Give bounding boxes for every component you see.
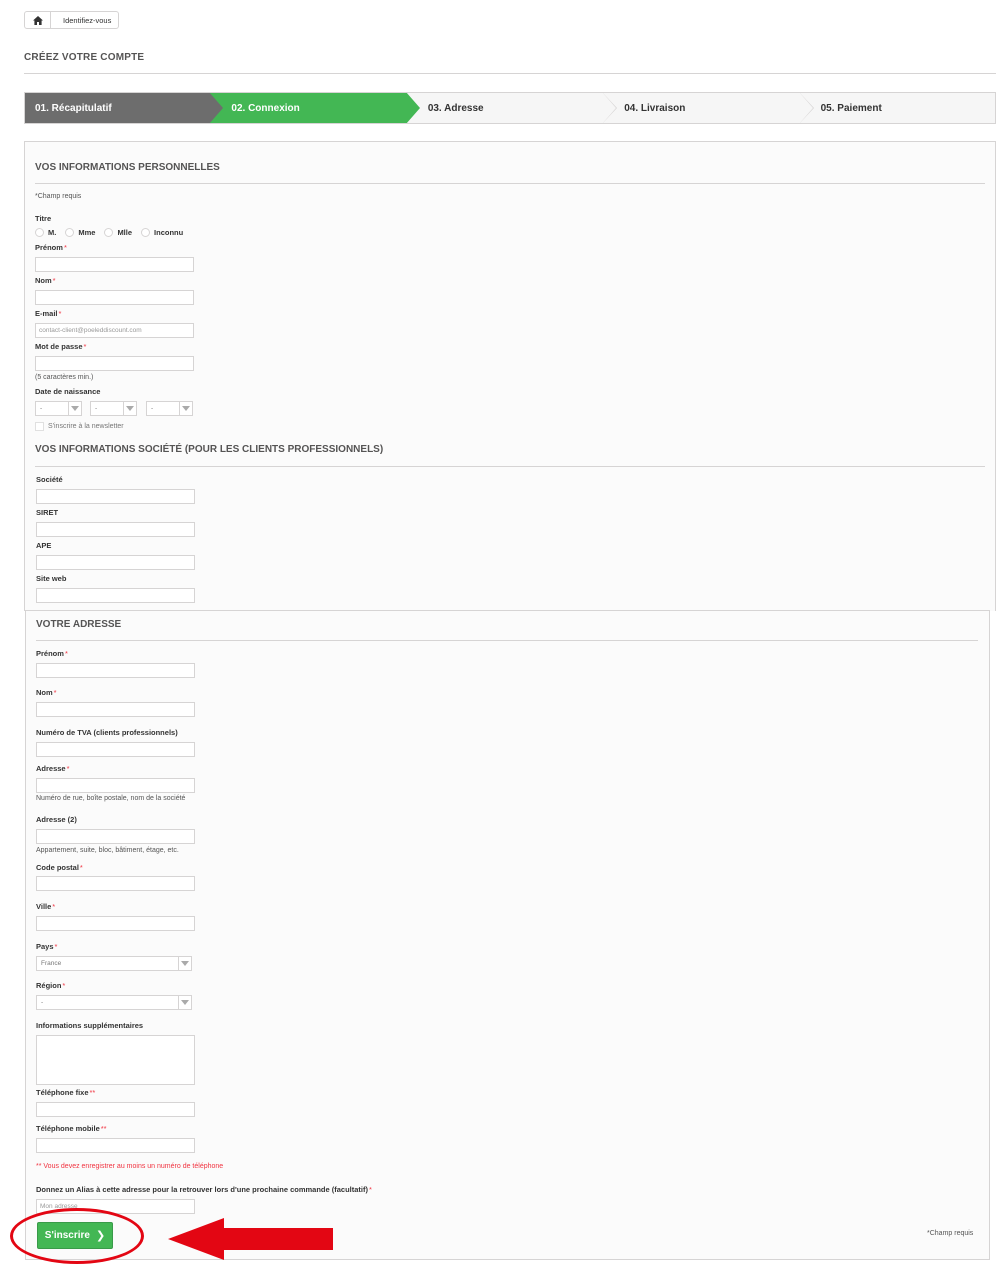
ville-label: Ville* <box>36 902 56 911</box>
cp-input[interactable] <box>36 876 195 891</box>
step-livraison: 04. Livraison <box>602 93 814 123</box>
newsletter-option[interactable]: S'inscrire à la newsletter <box>35 422 124 431</box>
site-label: Site web <box>36 574 67 583</box>
pays-label: Pays* <box>36 942 58 951</box>
tel-mobile-label: Téléphone mobile** <box>36 1124 107 1133</box>
prenom-label: Prénom* <box>35 243 67 252</box>
annotation-arrow-icon <box>168 1218 333 1260</box>
tel-mobile-input[interactable] <box>36 1138 195 1153</box>
required-note: *Champ requis <box>35 193 82 200</box>
radio-mme[interactable] <box>65 228 75 237</box>
ville-input[interactable] <box>36 916 195 931</box>
divider <box>35 183 985 184</box>
addr-nom-label: Nom* <box>36 688 57 697</box>
password-input[interactable] <box>35 356 194 371</box>
birth-month-select[interactable]: - <box>90 401 137 416</box>
address-title: VOTRE ADRESSE <box>36 619 122 630</box>
societe-label: Société <box>36 475 63 484</box>
annotation-circle <box>10 1208 144 1264</box>
divider <box>24 73 996 74</box>
societe-input[interactable] <box>36 489 195 504</box>
nom-label: Nom* <box>35 276 56 285</box>
newsletter-checkbox[interactable] <box>35 422 44 431</box>
radio-m[interactable] <box>35 228 44 237</box>
region-select[interactable]: - <box>36 995 192 1010</box>
adresse2-input[interactable] <box>36 829 195 844</box>
radio-label: Inconnu <box>154 228 184 237</box>
step-adresse: 03. Adresse <box>406 93 618 123</box>
addr-nom-input[interactable] <box>36 702 195 717</box>
pays-select[interactable]: France <box>36 956 192 971</box>
siret-label: SIRET <box>36 508 59 517</box>
prenom-input[interactable] <box>35 257 194 272</box>
birthdate-label: Date de naissance <box>35 387 101 396</box>
adresse-hint: Numéro de rue, boîte postale, nom de la … <box>36 795 186 802</box>
radio-mlle[interactable] <box>104 228 114 237</box>
step-label: 01. Récapitulatif <box>35 102 112 114</box>
ape-input[interactable] <box>36 555 195 570</box>
password-hint: (5 caractères min.) <box>35 374 94 381</box>
checkout-steps: 01. Récapitulatif 02. Connexion 03. Adre… <box>24 92 996 124</box>
email-label: E-mail* <box>35 309 62 318</box>
newsletter-label: S'inscrire à la newsletter <box>48 423 124 430</box>
phone-error-message: ** Vous devez enregistrer au moins un nu… <box>36 1163 224 1170</box>
addr-prenom-input[interactable] <box>36 663 195 678</box>
password-label: Mot de passe* <box>35 342 87 351</box>
personal-info-title: VOS INFORMATIONS PERSONNELLES <box>35 162 220 173</box>
radio-inconnu[interactable] <box>141 228 151 237</box>
nom-input[interactable] <box>35 290 194 305</box>
tel-fixe-label: Téléphone fixe** <box>36 1088 96 1097</box>
email-input[interactable]: contact-client@poeleddiscount.com <box>35 323 194 338</box>
adresse2-label: Adresse (2) <box>36 815 77 824</box>
adresse-label: Adresse* <box>36 764 70 773</box>
info-label: Informations supplémentaires <box>36 1021 144 1030</box>
alias-label: Donnez un Alias à cette adresse pour la … <box>36 1185 372 1194</box>
tel-fixe-input[interactable] <box>36 1102 195 1117</box>
step-label: 05. Paiement <box>820 102 882 114</box>
info-textarea[interactable] <box>36 1035 195 1085</box>
step-paiement: 05. Paiement <box>799 93 995 123</box>
tva-label: Numéro de TVA (clients professionnels) <box>36 728 178 737</box>
region-label: Région* <box>36 981 66 990</box>
step-connexion: 02. Connexion <box>209 93 420 123</box>
radio-label: Mlle <box>117 228 133 237</box>
divider <box>35 466 985 467</box>
birth-year-select[interactable]: - <box>146 401 193 416</box>
birth-day-select[interactable]: - <box>35 401 82 416</box>
titre-label: Titre <box>35 214 52 223</box>
company-info-title: VOS INFORMATIONS SOCIÉTÉ (POUR LES CLIEN… <box>35 444 384 455</box>
step-label: 02. Connexion <box>231 102 300 114</box>
adresse2-hint: Appartement, suite, bloc, bâtiment, étag… <box>36 847 179 854</box>
home-icon[interactable] <box>25 12 51 28</box>
step-recapitulatif[interactable]: 01. Récapitulatif <box>25 93 224 123</box>
step-label: 03. Adresse <box>427 102 484 114</box>
radio-label: M. <box>48 228 57 237</box>
tva-input[interactable] <box>36 742 195 757</box>
personal-info-box <box>24 141 996 611</box>
divider <box>36 640 978 641</box>
adresse-input[interactable] <box>36 778 195 793</box>
titre-radio-group: M. Mme Mlle Inconnu <box>35 228 192 237</box>
breadcrumb: Identifiez-vous <box>24 11 120 29</box>
page-title: CRÉEZ VOTRE COMPTE <box>24 52 145 63</box>
cp-label: Code postal* <box>36 863 83 872</box>
addr-prenom-label: Prénom* <box>36 649 68 658</box>
required-note: *Champ requis <box>927 1230 974 1237</box>
site-input[interactable] <box>36 588 195 603</box>
radio-label: Mme <box>78 228 96 237</box>
breadcrumb-current: Identifiez-vous <box>63 15 112 25</box>
ape-label: APE <box>36 541 52 550</box>
step-label: 04. Livraison <box>624 102 686 114</box>
siret-input[interactable] <box>36 522 195 537</box>
